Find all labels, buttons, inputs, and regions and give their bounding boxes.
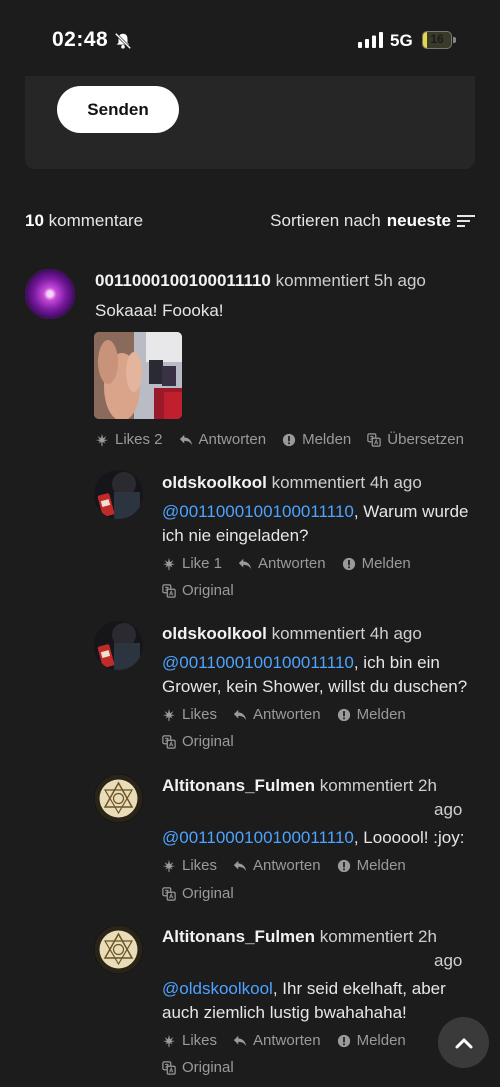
- comment-text: @0011000100100011110, Warum wurde ich ni…: [162, 502, 469, 545]
- translate-icon: [162, 584, 176, 598]
- alert-circle-icon: [337, 859, 351, 873]
- translate-button[interactable]: Übersetzen: [367, 431, 464, 448]
- comment-count: 10 kommentare: [25, 211, 143, 231]
- report-button[interactable]: Melden: [337, 706, 406, 723]
- like-button[interactable]: Likes: [162, 706, 217, 723]
- status-bar: 02:48 5G 16: [0, 0, 500, 76]
- comment-actions: Likes Antworten Melden: [162, 1032, 422, 1049]
- chevron-up-icon: [455, 1038, 472, 1048]
- like-button[interactable]: Likes: [162, 857, 217, 874]
- avatar[interactable]: [94, 470, 143, 519]
- comment-actions: Likes Antworten Melden: [162, 706, 422, 723]
- sort-selector[interactable]: Sortieren nach neueste: [270, 211, 475, 231]
- report-button[interactable]: Melden: [337, 1032, 406, 1049]
- signal-icon: [358, 32, 383, 48]
- original-button[interactable]: Original: [162, 885, 234, 902]
- comment-author[interactable]: Altitonans_Fulmen kommentiert 2h: [162, 927, 437, 947]
- comment-text: @0011000100100011110, Loooool! :joy:: [162, 828, 465, 847]
- translate-icon: [162, 735, 176, 749]
- mention-link[interactable]: @0011000100100011110: [162, 653, 354, 672]
- avatar[interactable]: [94, 925, 143, 974]
- alert-circle-icon: [282, 433, 296, 447]
- comment-author[interactable]: oldskoolkool kommentiert 4h ago: [162, 473, 422, 493]
- reply-arrow-icon: [233, 708, 247, 722]
- comment-actions: Likes Antworten Melden: [162, 857, 422, 874]
- leaf-icon: [95, 433, 109, 447]
- comment-actions: Like 1 Antworten Melden: [162, 555, 427, 572]
- comment-author[interactable]: oldskoolkool kommentiert 4h ago: [162, 624, 422, 644]
- leaf-icon: [162, 859, 176, 873]
- original-button[interactable]: Original: [162, 1059, 234, 1076]
- avatar[interactable]: [25, 269, 75, 319]
- sort-lines-icon: [457, 215, 475, 227]
- original-button[interactable]: Original: [162, 733, 234, 750]
- alert-circle-icon: [337, 1034, 351, 1048]
- comment-time: ago: [434, 800, 463, 819]
- translate-icon: [367, 433, 381, 447]
- comment-actions: Likes 2 Antworten Melden Übersetzen: [95, 431, 464, 448]
- battery-level: 16: [430, 32, 444, 46]
- comment-text: Sokaaa! Foooka!: [95, 301, 224, 320]
- report-button[interactable]: Melden: [282, 431, 351, 448]
- network-type: 5G: [390, 31, 413, 50]
- comment-text: @oldskoolkool, Ihr seid ekelhaft, aber a…: [162, 979, 446, 1022]
- alert-circle-icon: [342, 557, 356, 571]
- like-button[interactable]: Likes: [162, 1032, 217, 1049]
- scroll-to-top-button[interactable]: [438, 1017, 489, 1068]
- reply-button[interactable]: Antworten: [179, 431, 266, 448]
- sort-value: neueste: [386, 211, 451, 230]
- report-button[interactable]: Melden: [342, 555, 411, 572]
- avatar[interactable]: [94, 774, 143, 823]
- reply-arrow-icon: [233, 859, 247, 873]
- leaf-icon: [162, 557, 176, 571]
- report-button[interactable]: Melden: [337, 857, 406, 874]
- reply-button[interactable]: Antworten: [233, 1032, 321, 1049]
- leaf-icon: [162, 708, 176, 722]
- send-button[interactable]: Senden: [57, 86, 179, 133]
- reply-arrow-icon: [233, 1034, 247, 1048]
- leaf-icon: [162, 1034, 176, 1048]
- sort-prefix: Sortieren nach: [270, 211, 381, 230]
- bell-muted-icon: [114, 32, 132, 50]
- reply-arrow-icon: [179, 433, 193, 447]
- reply-button[interactable]: Antworten: [233, 857, 321, 874]
- avatar[interactable]: [94, 621, 143, 670]
- comment-author[interactable]: 0011000100100011110 kommentiert 5h ago: [95, 271, 426, 291]
- translate-icon: [162, 887, 176, 901]
- like-button[interactable]: Like 1: [162, 555, 222, 572]
- reply-button[interactable]: Antworten: [238, 555, 326, 572]
- comment-author[interactable]: Altitonans_Fulmen kommentiert 2h: [162, 776, 437, 796]
- comment-text: @0011000100100011110, ich bin ein Grower…: [162, 653, 468, 696]
- battery-icon: 16: [422, 31, 456, 49]
- alert-circle-icon: [337, 708, 351, 722]
- mention-link[interactable]: @oldskoolkool: [162, 979, 273, 998]
- reply-button[interactable]: Antworten: [233, 706, 321, 723]
- mention-link[interactable]: @0011000100100011110: [162, 502, 354, 521]
- original-button[interactable]: Original: [162, 582, 234, 599]
- status-time: 02:48: [52, 28, 109, 51]
- comment-time: ago: [434, 951, 463, 970]
- comment-image[interactable]: [94, 332, 182, 419]
- reply-arrow-icon: [238, 557, 252, 571]
- mention-link[interactable]: @0011000100100011110: [162, 828, 354, 847]
- comment-count-label: kommentare: [48, 211, 144, 230]
- like-button[interactable]: Likes 2: [95, 431, 163, 448]
- translate-icon: [162, 1061, 176, 1075]
- comment-count-number: 10: [25, 211, 44, 230]
